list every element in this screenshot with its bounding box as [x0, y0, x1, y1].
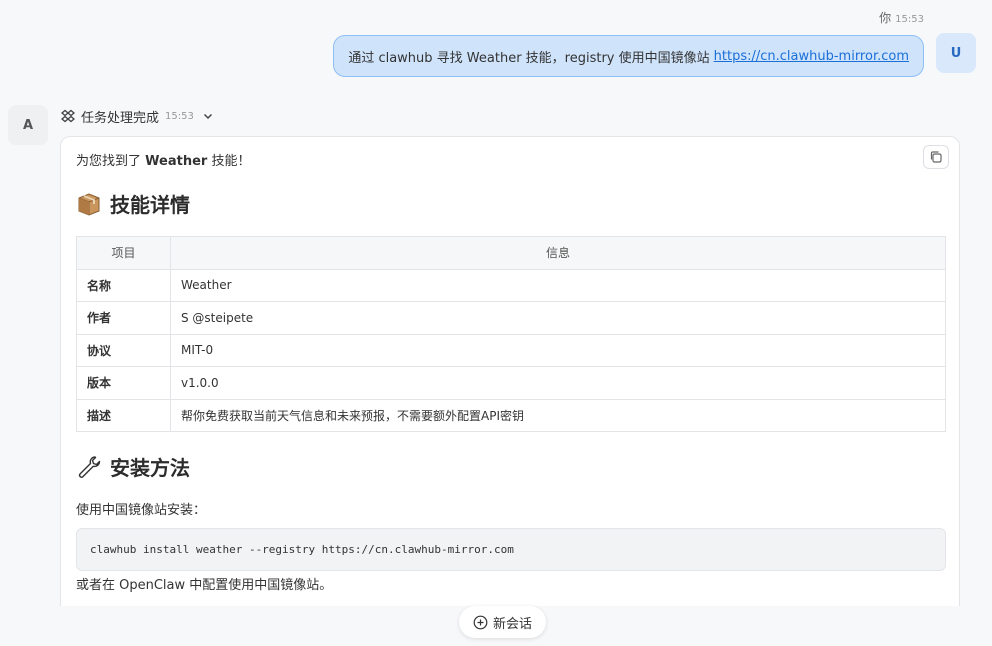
package-icon — [78, 192, 100, 216]
details-heading: 技能详情 — [76, 189, 190, 218]
assistant-message-card: 为您找到了 Weather 技能！ 技能详情 项目 信息 名称 Weather … — [60, 136, 960, 606]
install-tail-text: 或者在 OpenClaw 中配置使用中国镜像站。 — [76, 578, 333, 593]
assistant-time: 15:53 — [165, 110, 194, 122]
intro-text: 为您找到了 Weather 技能！ — [76, 150, 250, 169]
user-message-text: 通过 clawhub 寻找 Weather 技能，registry 使用中国镜像… — [348, 50, 710, 66]
row-value: Weather — [170, 268, 946, 302]
row-key: 协议 — [76, 333, 171, 367]
install-intro: 使用中国镜像站安装： — [76, 503, 207, 518]
user-message-time: 15:53 — [895, 14, 924, 25]
wrench-icon — [78, 455, 101, 478]
row-value: 帮你免费获取当前天气信息和未来预报，不需要额外配置API密钥 — [170, 398, 946, 432]
copy-icon — [930, 151, 942, 163]
table-header-row: 项目 信息 — [76, 236, 946, 270]
row-key: 作者 — [76, 301, 171, 335]
new-chat-button[interactable]: 新会话 — [459, 606, 546, 638]
user-avatar: U — [936, 33, 976, 73]
row-value: v1.0.0 — [170, 366, 946, 400]
row-key: 描述 — [76, 398, 171, 432]
row-value: S @steipete — [170, 301, 946, 335]
mirror-link[interactable]: https://cn.clawhub-mirror.com — [714, 49, 909, 64]
user-message-bubble: 通过 clawhub 寻找 Weather 技能，registry 使用中国镜像… — [333, 35, 924, 77]
intro-prefix: 为您找到了 — [76, 154, 146, 169]
table-row: 描述 帮你免费获取当前天气信息和未来预报，不需要额外配置API密钥 — [76, 398, 946, 432]
table-header-item: 项目 — [76, 236, 171, 270]
row-value: MIT-0 — [170, 333, 946, 367]
assistant-status-header[interactable]: 任务处理完成 15:53 — [60, 106, 214, 126]
table-row: 协议 MIT-0 — [76, 333, 946, 367]
table-header-info: 信息 — [170, 236, 946, 270]
table-row: 作者 S @steipete — [76, 301, 946, 335]
new-chat-label: 新会话 — [492, 616, 532, 632]
details-heading-text: 技能详情 — [110, 193, 190, 217]
user-message-meta: 你 15:53 — [879, 9, 924, 26]
intro-suffix: 技能！ — [207, 154, 251, 169]
install-command-block: clawhub install weather --registry https… — [76, 528, 946, 571]
plus-circle-icon — [473, 615, 488, 629]
intro-skill-name: Weather — [145, 154, 208, 169]
skill-details-table: 项目 信息 名称 Weather 作者 S @steipete 协议 MIT-0 — [76, 236, 946, 432]
assistant-avatar: A — [8, 105, 48, 145]
task-complete-icon — [60, 109, 76, 123]
copy-button[interactable] — [923, 145, 949, 169]
table-row: 版本 v1.0.0 — [76, 366, 946, 400]
user-name: 你 — [879, 11, 892, 25]
row-key: 版本 — [76, 366, 171, 400]
table-row: 名称 Weather — [76, 268, 946, 302]
row-key: 名称 — [76, 268, 171, 302]
chat-page: 你 15:53 通过 clawhub 寻找 Weather 技能，registry… — [0, 0, 992, 646]
assistant-status: 任务处理完成 — [81, 110, 160, 126]
install-heading-text: 安装方法 — [110, 456, 190, 480]
chevron-down-icon[interactable] — [202, 110, 214, 122]
install-heading: 安装方法 — [76, 452, 190, 481]
